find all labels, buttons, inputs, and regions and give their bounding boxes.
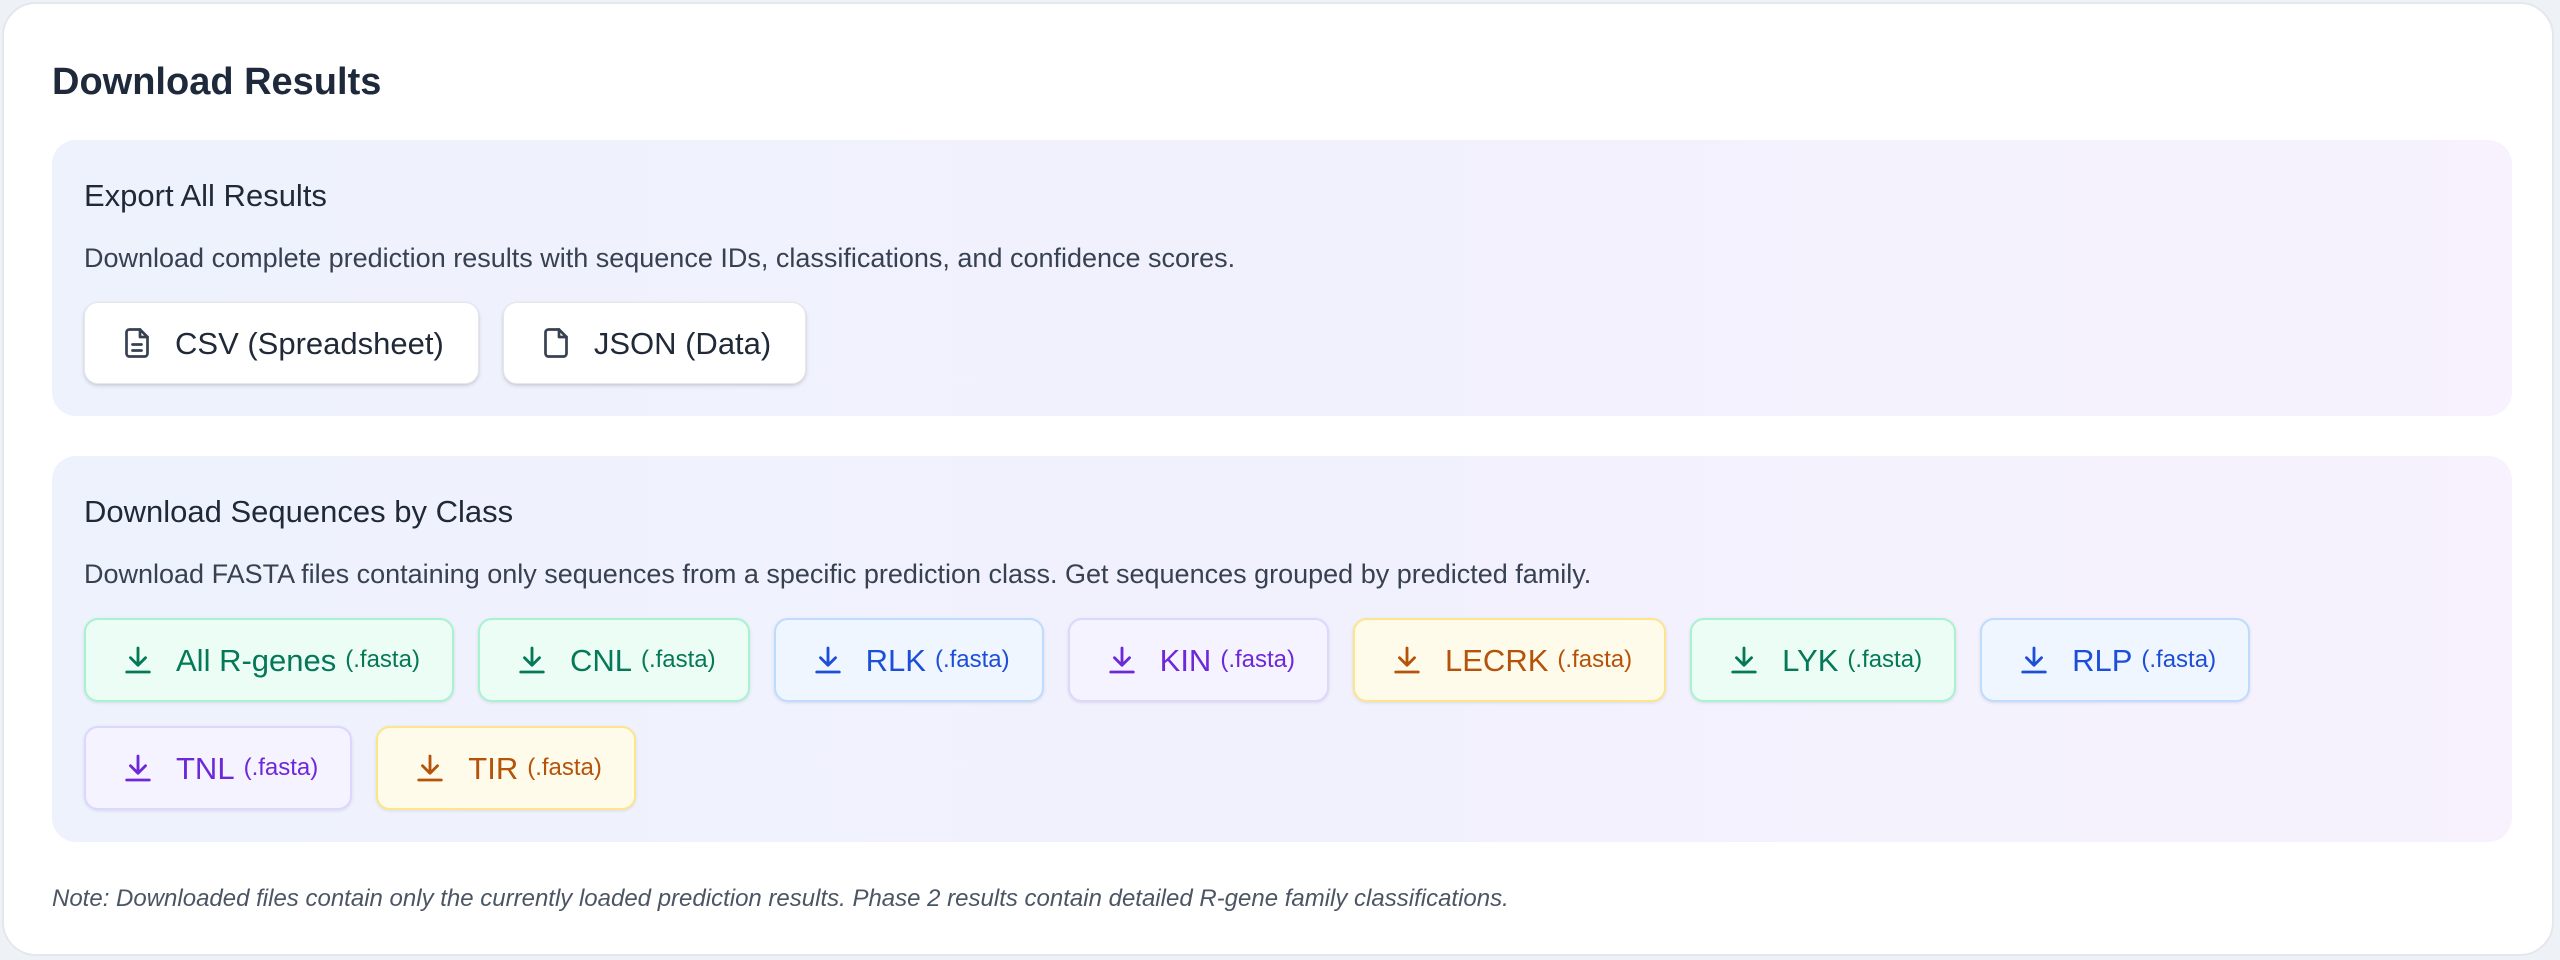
fasta-suffix: (.fasta)	[1220, 646, 1296, 673]
download-icon	[514, 642, 550, 678]
fasta-suffix: (.fasta)	[2141, 646, 2217, 673]
download-icon	[1104, 642, 1140, 678]
download-all-r-genes-button[interactable]: All R-genes (.fasta)	[84, 618, 454, 702]
download-icon	[810, 642, 846, 678]
download-by-class-heading: Download Sequences by Class	[84, 494, 514, 529]
download-lyk-button[interactable]: LYK (.fasta)	[1690, 618, 1957, 702]
download-class-label: LECRK	[1445, 642, 1549, 678]
download-cnl-button[interactable]: CNL (.fasta)	[477, 618, 750, 702]
download-class-label: RLP	[2072, 642, 2133, 678]
download-class-label: All R-genes	[176, 642, 337, 678]
page-title: Download Results	[52, 61, 382, 103]
download-icon	[412, 750, 448, 786]
download-icon	[120, 750, 156, 786]
fasta-suffix: (.fasta)	[1557, 646, 1633, 673]
fasta-suffix: (.fasta)	[243, 754, 319, 781]
download-note: Note: Downloaded files contain only the …	[52, 885, 1509, 912]
fasta-suffix: (.fasta)	[934, 646, 1010, 673]
csv-download-button[interactable]: CSV (Spreadsheet)	[84, 302, 479, 384]
download-tir-button[interactable]: TIR (.fasta)	[376, 726, 636, 810]
download-lecrk-button[interactable]: LECRK (.fasta)	[1353, 618, 1667, 702]
fasta-suffix: (.fasta)	[527, 754, 602, 781]
file-text-icon	[119, 325, 155, 361]
export-all-heading: Export All Results	[84, 178, 327, 213]
download-rlp-button[interactable]: RLP (.fasta)	[1980, 618, 2251, 702]
export-button-row: CSV (Spreadsheet) JSON (Data)	[84, 302, 807, 384]
download-class-label: KIN	[1159, 642, 1212, 678]
export-all-description: Download complete prediction results wit…	[84, 243, 1236, 273]
fasta-suffix: (.fasta)	[640, 646, 716, 673]
class-button-row-2: TNL (.fasta) TIR (.fasta)	[84, 726, 636, 810]
csv-download-label: CSV (Spreadsheet)	[175, 325, 444, 361]
file-icon	[538, 325, 574, 361]
download-class-label: CNL	[569, 642, 632, 678]
download-by-class-description: Download FASTA files containing only seq…	[84, 559, 1592, 589]
fasta-suffix: (.fasta)	[1847, 646, 1923, 673]
download-class-label: TIR	[468, 750, 519, 786]
download-tnl-button[interactable]: TNL (.fasta)	[84, 726, 353, 810]
json-download-button[interactable]: JSON (Data)	[502, 302, 807, 384]
download-icon	[1726, 642, 1762, 678]
download-by-class-section: Download Sequences by Class Download FAS…	[52, 456, 2512, 842]
fasta-suffix: (.fasta)	[345, 646, 420, 673]
download-icon	[1389, 642, 1425, 678]
export-all-section: Export All Results Download complete pre…	[52, 140, 2512, 416]
json-download-label: JSON (Data)	[593, 325, 772, 361]
download-icon	[120, 642, 156, 678]
download-class-label: RLK	[865, 642, 926, 678]
download-class-label: TNL	[176, 750, 235, 786]
download-kin-button[interactable]: KIN (.fasta)	[1067, 618, 1330, 702]
download-class-label: LYK	[1782, 642, 1839, 678]
download-icon	[2016, 642, 2052, 678]
download-rlk-button[interactable]: RLK (.fasta)	[773, 618, 1044, 702]
class-button-row-1: All R-genes (.fasta) CNL (.fasta) RLK (.…	[84, 618, 2251, 702]
download-results-panel: Download Results Export All Results Down…	[2, 2, 2554, 956]
